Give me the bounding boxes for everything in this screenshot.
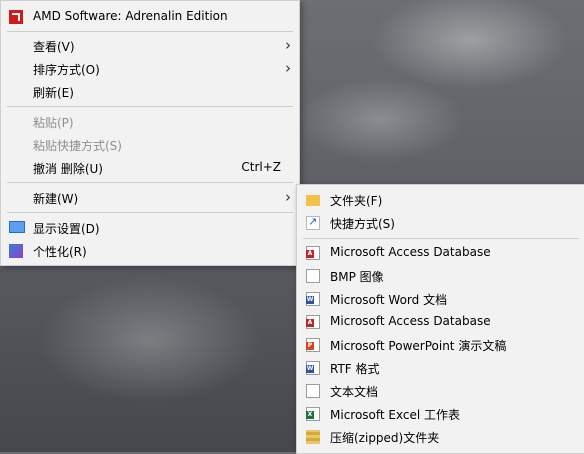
submenu-item-access-database-2[interactable]: A Microsoft Access Database [297, 311, 584, 333]
personalize-icon [9, 244, 23, 258]
access-icon: A [306, 315, 320, 329]
menu-item-label: 个性化(R) [33, 245, 87, 259]
submenu-item-excel-worksheet[interactable]: X Microsoft Excel 工作表 [297, 403, 584, 425]
menu-item-label: 新建(W) [33, 192, 79, 206]
submenu-item-zip-folder[interactable]: 压缩(zipped)文件夹 [297, 426, 584, 448]
zip-folder-icon [306, 430, 320, 444]
menu-item-amd-software[interactable]: AMD Software: Adrenalin Edition [1, 6, 299, 28]
amd-logo-icon [9, 10, 23, 24]
submenu-item-label: Microsoft Word 文档 [330, 293, 448, 307]
menu-item-refresh[interactable]: 刷新(E) [1, 81, 299, 103]
menu-item-view[interactable]: 查看(V) › [1, 35, 299, 57]
chevron-right-icon: › [285, 59, 291, 77]
desktop-context-menu: AMD Software: Adrenalin Edition 查看(V) › … [0, 0, 300, 266]
menu-item-sort-by[interactable]: 排序方式(O) › [1, 58, 299, 80]
menu-separator [7, 106, 293, 107]
menu-item-label: 刷新(E) [33, 86, 74, 100]
submenu-item-label: Microsoft Access Database [330, 245, 491, 259]
bmp-image-icon [306, 269, 320, 283]
menu-item-label: 查看(V) [33, 40, 75, 54]
menu-item-paste: 粘贴(P) [1, 111, 299, 133]
menu-item-paste-shortcut: 粘贴快捷方式(S) [1, 134, 299, 156]
submenu-item-label: RTF 格式 [330, 362, 380, 376]
submenu-item-label: 快捷方式(S) [330, 217, 395, 231]
menu-item-label: 撤消 删除(U) [33, 162, 103, 176]
submenu-item-text-document[interactable]: 文本文档 [297, 380, 584, 402]
menu-separator [303, 238, 579, 239]
menu-item-label: 显示设置(D) [33, 222, 100, 236]
submenu-item-label: BMP 图像 [330, 270, 384, 284]
menu-item-shortcut: Ctrl+Z [241, 160, 281, 174]
text-document-icon [306, 384, 320, 398]
submenu-item-shortcut[interactable]: 快捷方式(S) [297, 212, 584, 234]
access-icon: A [306, 246, 320, 260]
submenu-item-rtf[interactable]: W RTF 格式 [297, 357, 584, 379]
menu-item-label: 粘贴快捷方式(S) [33, 139, 122, 153]
chevron-right-icon: › [285, 188, 291, 206]
menu-item-label: 粘贴(P) [33, 116, 74, 130]
chevron-right-icon: › [285, 36, 291, 54]
submenu-item-label: 压缩(zipped)文件夹 [330, 431, 440, 445]
monitor-icon [9, 221, 25, 233]
submenu-item-label: Microsoft Excel 工作表 [330, 408, 461, 422]
submenu-item-folder[interactable]: 文件夹(F) [297, 189, 584, 211]
menu-separator [7, 212, 293, 213]
menu-separator [7, 31, 293, 32]
shortcut-icon [306, 215, 320, 230]
submenu-item-label: Microsoft PowerPoint 演示文稿 [330, 339, 507, 353]
submenu-item-word-document[interactable]: W Microsoft Word 文档 [297, 288, 584, 310]
rtf-icon: W [306, 361, 320, 375]
submenu-item-label: 文本文档 [330, 385, 379, 399]
menu-item-personalize[interactable]: 个性化(R) [1, 240, 299, 262]
new-submenu: 文件夹(F) 快捷方式(S) A Microsoft Access Databa… [296, 184, 584, 454]
submenu-item-access-database[interactable]: A Microsoft Access Database [297, 242, 584, 264]
menu-separator [7, 182, 293, 183]
submenu-item-bmp-image[interactable]: BMP 图像 [297, 265, 584, 287]
submenu-item-label: Microsoft Access Database [330, 314, 491, 328]
menu-item-display-settings[interactable]: 显示设置(D) [1, 217, 299, 239]
menu-item-new[interactable]: 新建(W) › [1, 187, 299, 209]
word-icon: W [306, 292, 320, 306]
menu-item-undo-delete[interactable]: 撤消 删除(U) Ctrl+Z [1, 157, 299, 179]
submenu-item-powerpoint[interactable]: P Microsoft PowerPoint 演示文稿 [297, 334, 584, 356]
powerpoint-icon: P [306, 338, 320, 352]
folder-icon [306, 195, 320, 206]
menu-item-label: AMD Software: Adrenalin Edition [33, 9, 228, 23]
menu-item-label: 排序方式(O) [33, 63, 100, 77]
submenu-item-label: 文件夹(F) [330, 194, 383, 208]
excel-icon: X [306, 407, 320, 421]
